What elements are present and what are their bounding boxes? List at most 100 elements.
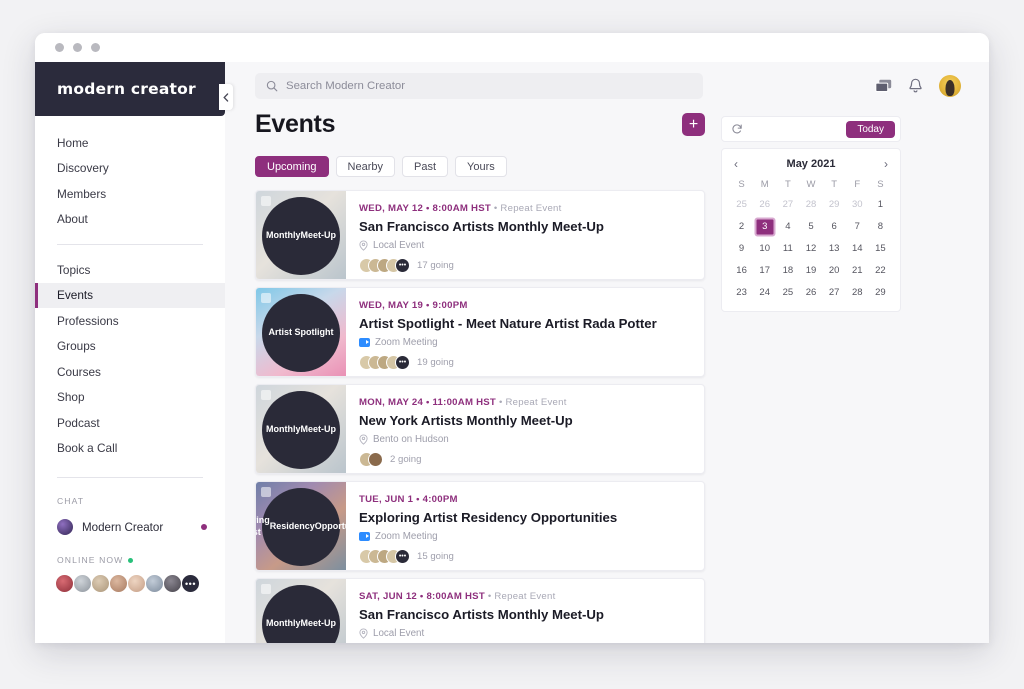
calendar-day[interactable]: 20 — [823, 263, 846, 278]
calendar-day[interactable]: 11 — [776, 241, 799, 256]
brand-name: modern creator — [57, 80, 196, 98]
window-minimize-dot[interactable] — [73, 43, 82, 52]
calendar-day[interactable]: 26 — [799, 285, 822, 300]
calendar-day[interactable]: 19 — [799, 263, 822, 278]
calendar-day[interactable]: 29 — [869, 285, 892, 300]
sidebar-item-shop[interactable]: Shop — [35, 385, 225, 411]
avatar[interactable] — [109, 574, 128, 593]
sidebar-item-label: Courses — [57, 364, 101, 379]
calendar-day[interactable]: 29 — [823, 197, 846, 212]
event-going-count: 15 going — [417, 551, 454, 562]
sidebar-item-home[interactable]: Home — [35, 130, 225, 156]
event-title[interactable]: New York Artists Monthly Meet-Up — [359, 413, 690, 428]
calendar-day[interactable]: 12 — [799, 241, 822, 256]
avatar[interactable] — [145, 574, 164, 593]
window-titlebar — [35, 33, 989, 62]
sidebar-item-courses[interactable]: Courses — [35, 359, 225, 385]
calendar-day[interactable]: 9 — [730, 241, 753, 256]
calendar-day[interactable]: 13 — [823, 241, 846, 256]
calendar-day[interactable]: 17 — [753, 263, 776, 278]
sidebar-item-discovery[interactable]: Discovery — [35, 156, 225, 182]
calendar-day[interactable]: 25 — [730, 197, 753, 212]
add-event-label: + — [688, 115, 699, 133]
calendar-day[interactable]: 25 — [776, 285, 799, 300]
refresh-icon[interactable] — [731, 123, 743, 135]
attendee-avatar-list: ••• — [359, 258, 410, 273]
tab-yours[interactable]: Yours — [455, 156, 507, 177]
calendar-day[interactable]: 26 — [753, 197, 776, 212]
calendar-day[interactable]: 21 — [846, 263, 869, 278]
event-card[interactable]: Monthly Meet-Up SAT, JUN 12 • 8:00AM HST •… — [255, 578, 705, 643]
event-title[interactable]: San Francisco Artists Monthly Meet-Up — [359, 607, 690, 622]
chat-item-modern-creator[interactable]: Modern Creator — [35, 515, 225, 539]
calendar-day[interactable]: 6 — [823, 219, 846, 234]
tab-past[interactable]: Past — [402, 156, 449, 177]
sidebar-item-label: Professions — [57, 313, 119, 328]
calendar-day[interactable]: 28 — [799, 197, 822, 212]
event-thumbnail-label: Exploring ArtistResidencyOpportunities — [256, 488, 374, 566]
avatar-more-button[interactable]: ••• — [181, 574, 200, 593]
calendar-day[interactable]: 2 — [730, 219, 753, 234]
event-meta: WED, MAY 19 • 9:00PM — [359, 300, 690, 311]
calendar-next-button[interactable]: › — [884, 158, 888, 170]
calendar-day[interactable]: 30 — [846, 197, 869, 212]
calendar-day[interactable]: 27 — [776, 197, 799, 212]
sidebar-item-podcast[interactable]: Podcast — [35, 410, 225, 436]
avatar[interactable] — [91, 574, 110, 593]
calendar-day[interactable]: 1 — [869, 197, 892, 212]
sidebar-item-members[interactable]: Members — [35, 181, 225, 207]
bell-icon[interactable] — [908, 78, 923, 94]
sidebar-item-topics[interactable]: Topics — [35, 257, 225, 283]
calendar-day[interactable]: 7 — [846, 219, 869, 234]
user-avatar[interactable] — [939, 75, 961, 97]
chat-icon[interactable] — [875, 79, 892, 94]
event-title[interactable]: San Francisco Artists Monthly Meet-Up — [359, 219, 690, 234]
sidebar-collapse-button[interactable] — [219, 84, 233, 110]
calendar-day[interactable]: 18 — [776, 263, 799, 278]
event-card[interactable]: Monthly Meet-Up MON, MAY 24 • 11:00AM HST … — [255, 384, 705, 474]
attendee-avatar[interactable]: ••• — [395, 355, 410, 370]
tab-nearby[interactable]: Nearby — [335, 156, 395, 177]
event-card[interactable]: Monthly Meet-Up WED, MAY 12 • 8:00AM HST •… — [255, 190, 705, 280]
calendar-day[interactable]: 10 — [753, 241, 776, 256]
calendar-day[interactable]: 27 — [823, 285, 846, 300]
sidebar-item-professions[interactable]: Professions — [35, 308, 225, 334]
sidebar-item-events[interactable]: Events — [35, 282, 225, 308]
calendar-day[interactable]: 8 — [869, 219, 892, 234]
calendar-day[interactable]: 22 — [869, 263, 892, 278]
brand-logo[interactable]: modern creator — [35, 62, 225, 116]
calendar-day-selected[interactable]: 3 — [753, 219, 776, 234]
calendar-day[interactable]: 14 — [846, 241, 869, 256]
calendar-prev-button[interactable]: ‹ — [734, 158, 738, 170]
avatar[interactable] — [163, 574, 182, 593]
window-maximize-dot[interactable] — [91, 43, 100, 52]
attendee-avatar[interactable]: ••• — [395, 258, 410, 273]
calendar-grid: S M T W T F S 25 26 27 28 29 30 1 2 3 4 5 6 7 8 9 10 11 12 13 14 15… — [730, 179, 892, 300]
attendee-avatar[interactable]: ••• — [395, 549, 410, 564]
tab-label: Past — [414, 160, 437, 173]
sidebar-item-about[interactable]: About — [35, 207, 225, 233]
today-button[interactable]: Today — [846, 120, 895, 138]
sidebar-item-groups[interactable]: Groups — [35, 334, 225, 360]
tab-upcoming[interactable]: Upcoming — [255, 156, 329, 177]
calendar-day[interactable]: 5 — [799, 219, 822, 234]
avatar[interactable] — [73, 574, 92, 593]
event-card[interactable]: Exploring ArtistResidencyOpportunitiesTU… — [255, 481, 705, 571]
event-title[interactable]: Exploring Artist Residency Opportunities — [359, 510, 690, 525]
event-attendees: 2 going — [359, 452, 690, 467]
add-event-button[interactable]: + — [682, 113, 705, 136]
sidebar-item-book-a-call[interactable]: Book a Call — [35, 436, 225, 462]
calendar-day[interactable]: 24 — [753, 285, 776, 300]
calendar-day[interactable]: 4 — [776, 219, 799, 234]
calendar-day[interactable]: 15 — [869, 241, 892, 256]
avatar[interactable] — [55, 574, 74, 593]
avatar[interactable] — [127, 574, 146, 593]
window-close-dot[interactable] — [55, 43, 64, 52]
calendar-day[interactable]: 23 — [730, 285, 753, 300]
calendar-day[interactable]: 16 — [730, 263, 753, 278]
event-card[interactable]: Artist Spotlight WED, MAY 19 • 9:00PM Arti… — [255, 287, 705, 377]
calendar-day[interactable]: 28 — [846, 285, 869, 300]
search-input[interactable]: Search Modern Creator — [255, 73, 703, 99]
attendee-avatar[interactable] — [368, 452, 383, 467]
event-title[interactable]: Artist Spotlight - Meet Nature Artist Ra… — [359, 316, 690, 331]
